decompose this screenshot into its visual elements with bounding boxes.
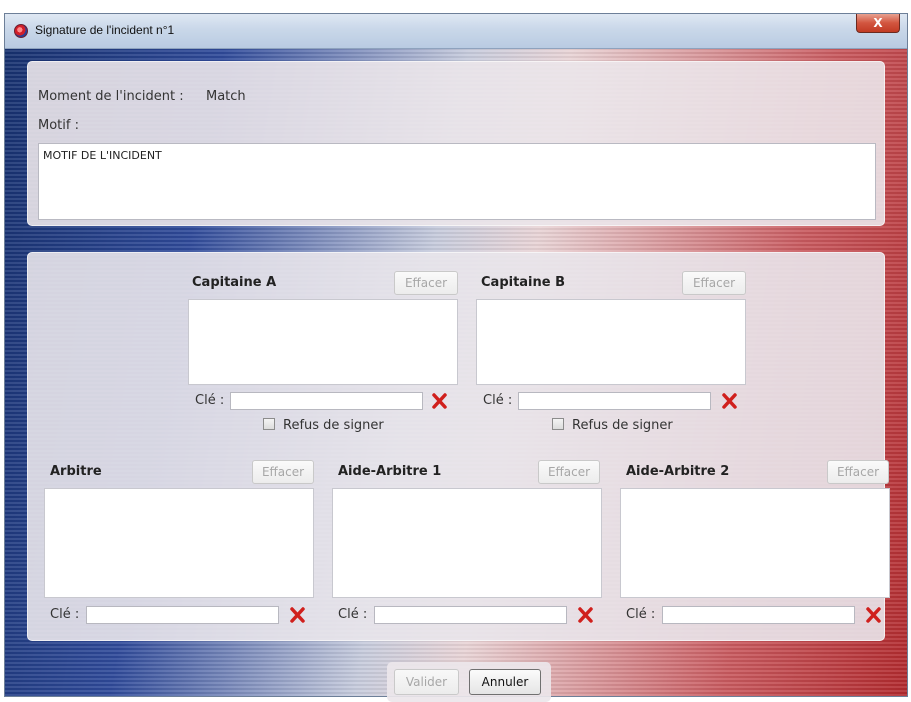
capitaine-b-clear-key-icon[interactable] — [720, 392, 738, 410]
aide-arbitre-2-cle-input[interactable] — [662, 606, 855, 624]
motif-textarea[interactable]: MOTIF DE L'INCIDENT — [38, 143, 876, 220]
motif-label: Motif : — [38, 118, 79, 133]
capitaine-a-cle-label: Clé : — [195, 393, 225, 408]
moment-label: Moment de l'incident : — [38, 89, 184, 104]
capitaine-b-cle-input[interactable] — [518, 392, 711, 410]
capitaine-a-title: Capitaine A — [192, 275, 277, 290]
capitaine-b-refus-label: Refus de signer — [572, 418, 673, 433]
annuler-button[interactable]: Annuler — [469, 669, 541, 695]
arbitre-title: Arbitre — [50, 464, 102, 479]
aide-arbitre-1-cle-input[interactable] — [374, 606, 567, 624]
aide-arbitre-1-effacer-button[interactable]: Effacer — [538, 460, 600, 484]
capitaine-a-signature-area[interactable] — [188, 299, 458, 385]
aide-arbitre-2-title: Aide-Arbitre 2 — [626, 464, 730, 479]
arbitre-cle-label: Clé : — [50, 607, 80, 622]
capitaine-b-refus-checkbox[interactable] — [552, 418, 564, 430]
aide-arbitre-2-clear-key-icon[interactable] — [864, 606, 882, 624]
aide-arbitre-1-signature-area[interactable] — [332, 488, 602, 598]
aide-arbitre-2-signature-area[interactable] — [620, 488, 890, 598]
aide-arbitre-2-effacer-button[interactable]: Effacer — [827, 460, 889, 484]
capitaine-b-cle-label: Clé : — [483, 393, 513, 408]
valider-button[interactable]: Valider — [394, 669, 459, 695]
signatures-panel: Capitaine A Effacer Clé : Refus de signe… — [27, 252, 890, 641]
arbitre-signature-area[interactable] — [44, 488, 314, 598]
capitaine-a-refus-label: Refus de signer — [283, 418, 384, 433]
moment-value: Match — [206, 89, 246, 104]
capitaine-a-refus-checkbox[interactable] — [263, 418, 275, 430]
aide-arbitre-1-title: Aide-Arbitre 1 — [338, 464, 442, 479]
aide-arbitre-1-cle-label: Clé : — [338, 607, 368, 622]
close-button[interactable]: X — [856, 14, 900, 33]
capitaine-b-title: Capitaine B — [481, 275, 566, 290]
capitaine-b-effacer-button[interactable]: Effacer — [682, 271, 746, 295]
window-title: Signature de l'incident n°1 — [35, 23, 175, 37]
title-bar[interactable]: Signature de l'incident n°1 X — [5, 14, 907, 49]
capitaine-b-signature-area[interactable] — [476, 299, 746, 385]
arbitre-cle-input[interactable] — [86, 606, 279, 624]
aide-arbitre-1-clear-key-icon[interactable] — [576, 606, 594, 624]
capitaine-a-cle-input[interactable] — [230, 392, 423, 410]
arbitre-effacer-button[interactable]: Effacer — [252, 460, 314, 484]
arbitre-clear-key-icon[interactable] — [288, 606, 306, 624]
dialog-buttons: Valider Annuler — [387, 662, 551, 702]
dialog-window: Signature de l'incident n°1 X Moment de … — [4, 13, 908, 702]
incident-info-panel: Moment de l'incident : Match Motif : MOT… — [27, 61, 885, 226]
app-logo-icon — [14, 24, 28, 38]
capitaine-a-clear-key-icon[interactable] — [430, 392, 448, 410]
capitaine-a-effacer-button[interactable]: Effacer — [394, 271, 458, 295]
aide-arbitre-2-cle-label: Clé : — [626, 607, 656, 622]
